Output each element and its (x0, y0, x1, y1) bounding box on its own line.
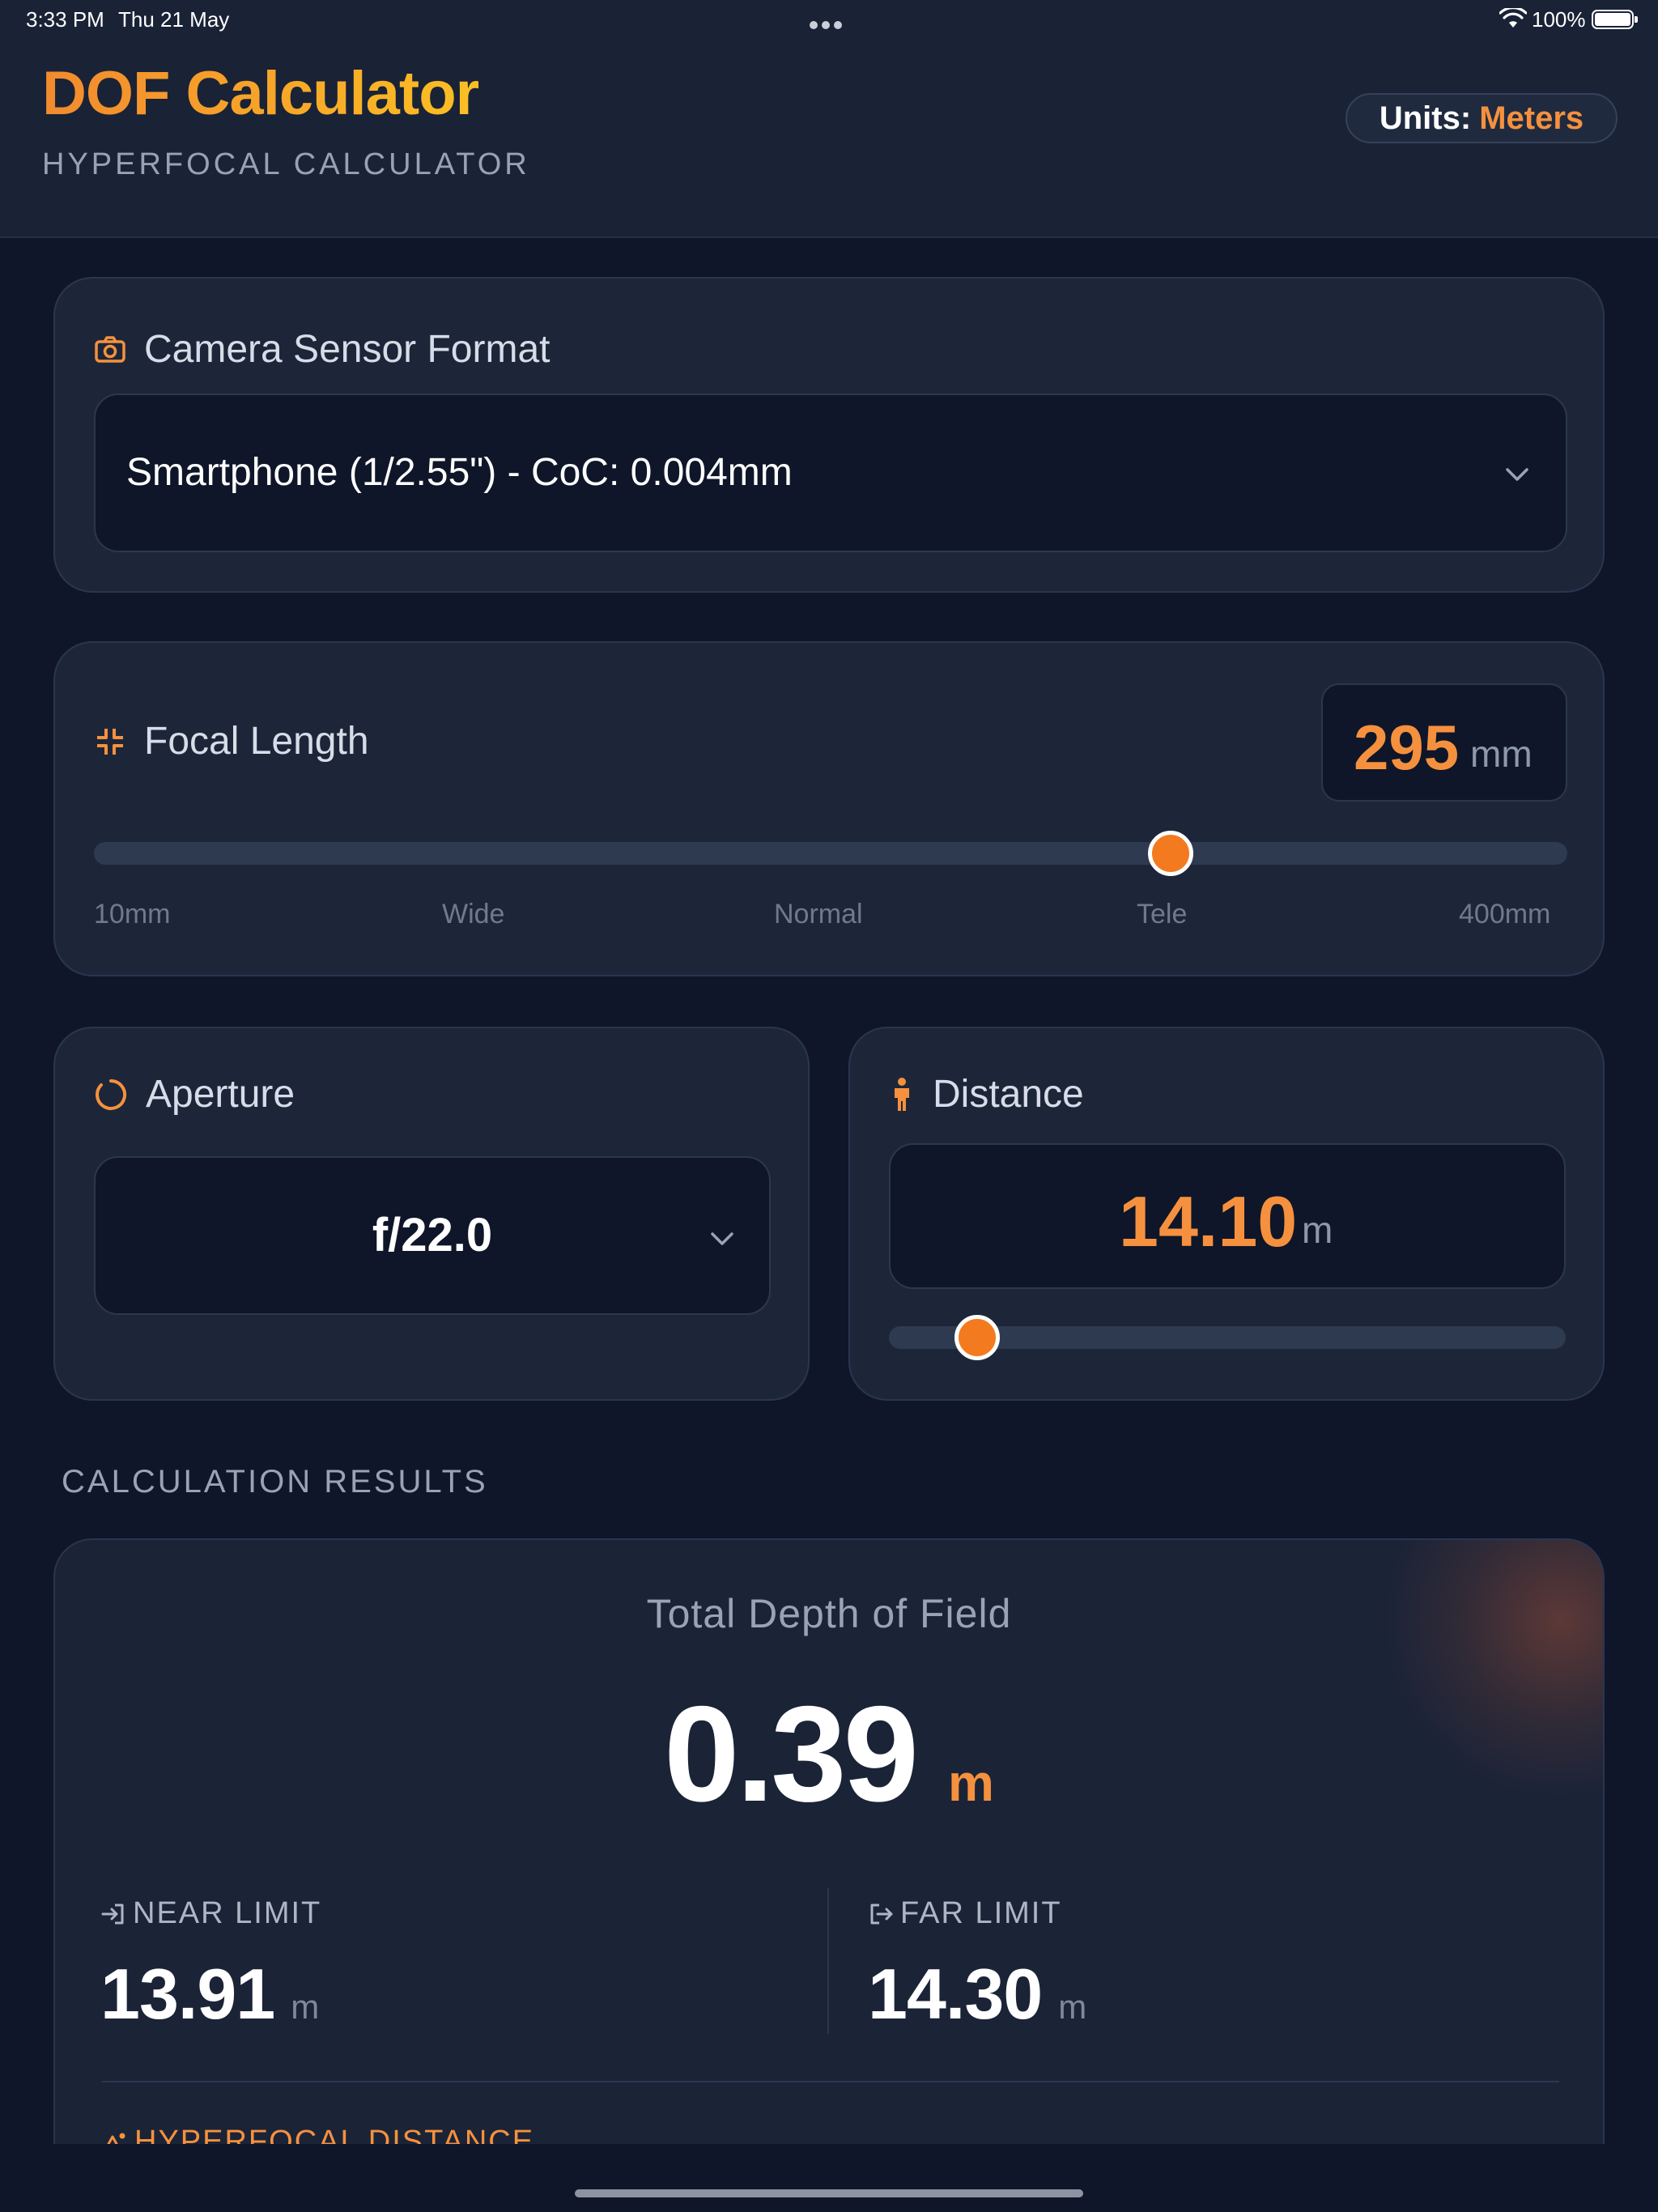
near-limit-readout: 13.91 m (100, 1953, 319, 2035)
results-section-title: CALCULATION RESULTS (62, 1464, 488, 1499)
focal-length-slider-thumb[interactable] (1148, 831, 1193, 876)
distance-slider-thumb[interactable] (954, 1315, 1000, 1360)
aperture-label: Aperture (146, 1073, 295, 1116)
page-subtitle: HYPERFOCAL CALCULATOR (42, 147, 530, 181)
aperture-ring-icon (96, 1078, 127, 1110)
units-toggle-button[interactable]: Units: Meters (1346, 93, 1618, 143)
tick-label: Wide (442, 899, 505, 929)
focal-length-value: 295 (1354, 712, 1460, 783)
total-dof-label: Total Depth of Field (646, 1591, 1012, 1636)
far-limit-label: FAR LIMIT (900, 1896, 1062, 1930)
aperture-header: Aperture (94, 1072, 295, 1117)
focal-length-value-field[interactable]: 295 mm (1321, 683, 1567, 802)
distance-unit: m (1302, 1209, 1333, 1251)
distance-header: Distance (889, 1072, 1084, 1117)
total-dof-unit: m (948, 1754, 994, 1812)
tick-label: 10mm (94, 899, 171, 929)
results-card: Total Depth of Field 0.39 m NEAR LIMIT 13… (53, 1538, 1605, 2212)
aperture-selected-value: f/22.0 (372, 1209, 493, 1261)
near-limit-header: NEAR LIMIT (100, 1896, 321, 1931)
distance-value: 14.10 (1119, 1181, 1298, 1261)
app-screen: DOF Calculator HYPERFOCAL CALCULATOR Uni… (0, 0, 1658, 2212)
far-limit-readout: 14.30 m (868, 1953, 1086, 2035)
tick-label: 400mm (1459, 899, 1551, 929)
units-label: Units: (1379, 100, 1472, 136)
focal-length-slider[interactable] (94, 842, 1567, 865)
status-time: 3:33 PM (26, 7, 104, 32)
camera-icon (95, 335, 125, 363)
total-dof-readout: 0.39 m (55, 1676, 1603, 1832)
distance-card: Distance 14.10 m (848, 1027, 1605, 1401)
exit-arrow-icon (870, 1904, 893, 1924)
focal-length-card: Focal Length 295 mm 10mm Wide Normal Tel… (53, 641, 1605, 976)
sensor-label: Camera Sensor Format (144, 328, 551, 371)
distance-label: Distance (933, 1073, 1084, 1116)
sensor-selected-value: Smartphone (1/2.55") - CoC: 0.004mm (126, 451, 793, 494)
bottom-safe-area (0, 2144, 1658, 2212)
page-title: DOF Calculator (42, 59, 479, 128)
chevron-down-icon (1506, 468, 1528, 481)
focal-length-header: Focal Length (94, 719, 369, 764)
focal-length-label: Focal Length (144, 720, 369, 763)
total-dof-value: 0.39 (664, 1678, 919, 1830)
far-limit-header: FAR LIMIT (868, 1896, 1062, 1931)
status-bar: 3:33 PM Thu 21 May 100% (0, 0, 1658, 39)
focal-length-ticks: 10mm Wide Normal Tele 400mm (94, 899, 1567, 934)
aperture-select[interactable]: f/22.0 (94, 1156, 771, 1315)
tick-label: Tele (1137, 899, 1188, 929)
wifi-icon (1499, 8, 1527, 28)
near-limit-unit: m (291, 1988, 320, 2026)
battery-percent: 100% (1532, 7, 1586, 32)
focus-frame-icon (97, 728, 123, 755)
person-icon (895, 1077, 909, 1111)
chevron-down-icon (711, 1232, 733, 1245)
focal-length-unit: mm (1470, 733, 1533, 775)
multitasking-dots-icon[interactable] (810, 10, 848, 29)
sensor-format-select[interactable]: Smartphone (1/2.55") - CoC: 0.004mm (94, 393, 1567, 552)
home-indicator[interactable] (575, 2189, 1083, 2197)
far-limit-value: 14.30 (868, 1954, 1043, 2034)
limits-divider (827, 1888, 829, 2034)
status-date: Thu 21 May (118, 7, 230, 32)
aperture-card: Aperture f/22.0 (53, 1027, 810, 1401)
distance-value-field[interactable]: 14.10 m (889, 1143, 1566, 1289)
sensor-card-header: Camera Sensor Format (94, 327, 551, 372)
enter-arrow-icon (101, 1904, 124, 1924)
far-limit-unit: m (1058, 1988, 1087, 2026)
sensor-card: Camera Sensor Format Smartphone (1/2.55"… (53, 277, 1605, 593)
units-value: Meters (1479, 100, 1584, 136)
results-divider (102, 2081, 1559, 2082)
near-limit-value: 13.91 (100, 1954, 275, 2034)
battery-icon (1592, 10, 1638, 29)
tick-label: Normal (774, 899, 863, 929)
near-limit-label: NEAR LIMIT (133, 1896, 322, 1930)
